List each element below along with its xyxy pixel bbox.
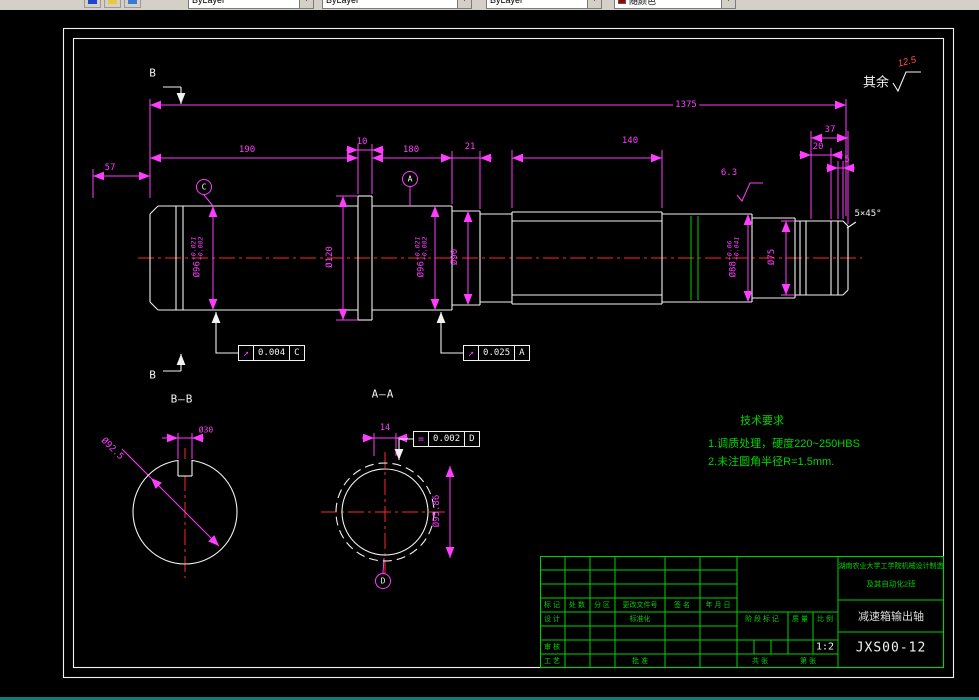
datum-ref: A [514,346,528,360]
tb-audit: 审 核 [544,644,560,651]
tb-scale-value: 1:2 [815,641,835,653]
dia-88: Ø88 +0.06 +0.041 [725,236,741,278]
combo-value: ByLayer [326,0,360,5]
cut-arrow-b-top: B [149,66,157,80]
plotstyle-control-combo[interactable]: 随颜色 ▼ [614,0,736,9]
dim-5: 5 [844,155,850,165]
dim-10: 10 [356,137,368,147]
tb-drawing-number: JXS00-12 [855,640,927,656]
section-b-b-label: B—B [170,392,194,406]
dia-120: Ø120 [325,246,335,268]
tb-mark: 标 记 [544,602,560,609]
chevron-down-icon[interactable]: ▼ [721,0,735,8]
tb-standard: 标准化 [629,616,651,623]
linetype-control-combo[interactable]: ByLayer ▼ [322,0,472,9]
runout-tolerance-frame-a: ↗ 0.025 A [463,345,530,361]
dim-37: 37 [824,125,836,135]
tb-school-line2: 及其自动化2班 [866,579,916,589]
symmetry-icon: = [418,433,425,445]
runout-icon: ↗ [468,347,475,359]
symmetry-tolerance-frame-d: = 0.002 D [413,431,480,447]
section-a-a-label: A—A [371,387,395,401]
dim-14: 14 [379,423,391,433]
dia-90: Ø90 [450,248,460,266]
roughness-63-icon [736,182,763,202]
surface-rest-label: 其余 [862,74,890,90]
tech-line-1: 1.调质处理，硬度220~250HBS [708,438,860,450]
chamfer-note: 5×45° [854,209,882,219]
cad-application-window: ByLayer ▼ ByLayer ▼ ByLayer ▼ 随颜色 ▼ 其余 1… [0,0,979,700]
roughness-63-value: 6.3 [720,168,738,178]
chevron-down-icon[interactable]: ▼ [457,0,471,8]
tech-line-2: 2.未注圆角半径R=1.5mm. [708,456,835,468]
layer-manager-icon[interactable] [84,0,101,8]
layer-previous-icon[interactable] [124,0,141,8]
tb-count: 处 数 [569,602,585,609]
tb-ratio: 比 例 [817,616,833,623]
datum-ref: C [289,346,303,360]
runout-tolerance-frame-c: ↗ 0.004 C [238,345,305,361]
lineweight-control-combo[interactable]: ByLayer ▼ [486,0,602,9]
tb-sheets: 共 张 [752,658,768,665]
chevron-down-icon[interactable]: ▼ [587,0,601,8]
dia-96-left: Ø96 +0.021 +0.002 [189,236,205,278]
dim-57: 57 [104,163,116,173]
color-swatch-icon [618,0,626,4]
dia-96-mid: Ø96 +0.021 +0.002 [413,236,429,278]
dia-75: Ø75 [767,248,777,266]
tb-doc: 更改文件号 [622,602,658,609]
dim-1375: 1375 [673,100,699,110]
cut-arrow-b-bottom: B [149,368,157,382]
tb-part-name: 减速箱输出轴 [858,611,924,623]
dim-140: 140 [621,136,639,146]
tb-weight: 质 量 [792,616,808,623]
combo-value: 随颜色 [629,0,657,6]
make-layer-current-icon[interactable] [104,0,121,8]
tb-stage: 阶 段 标 记 [745,616,779,623]
combo-value: ByLayer [192,0,226,5]
color-control-combo[interactable]: ByLayer ▼ [188,0,314,9]
tb-approve: 批 准 [632,658,648,665]
dim-190: 190 [238,145,256,155]
tb-process: 工 艺 [544,658,560,665]
dim-21: 21 [464,142,476,152]
runout-icon: ↗ [243,347,250,359]
datum-c-label: C [201,182,207,192]
dim-slot: Ø30 [198,425,214,435]
tb-zone: 分 区 [594,602,610,609]
dimension-lines [92,99,855,574]
datum-d-label: D [380,576,386,586]
datum-symbols [196,171,418,589]
leaders-and-symbols [163,71,921,460]
tolerance-value: 0.004 [253,346,289,360]
dim-180: 180 [402,145,420,155]
chevron-down-icon[interactable]: ▼ [299,0,313,8]
roughness-rest-icon [892,71,921,93]
datum-ref: D [464,432,478,446]
datum-a-label: A [407,174,413,184]
tb-design: 设 计 [544,616,560,623]
tb-sign: 签 名 [674,602,690,609]
tolerance-value: 0.002 [428,432,464,446]
properties-toolbar: ByLayer ▼ ByLayer ▼ ByLayer ▼ 随颜色 ▼ [0,0,979,10]
tolerance-value: 0.025 [478,346,514,360]
tb-school-line1: 湖南农业大学工学院机械设计制造 [838,563,944,570]
combo-value: ByLayer [490,0,524,5]
dia-95-86: Ø95.86 [432,494,442,528]
tech-title: 技术要求 [740,415,784,427]
tb-page: 第 张 [800,658,816,665]
tb-date: 年 月 日 [705,602,731,609]
dim-20: 20 [812,142,824,152]
